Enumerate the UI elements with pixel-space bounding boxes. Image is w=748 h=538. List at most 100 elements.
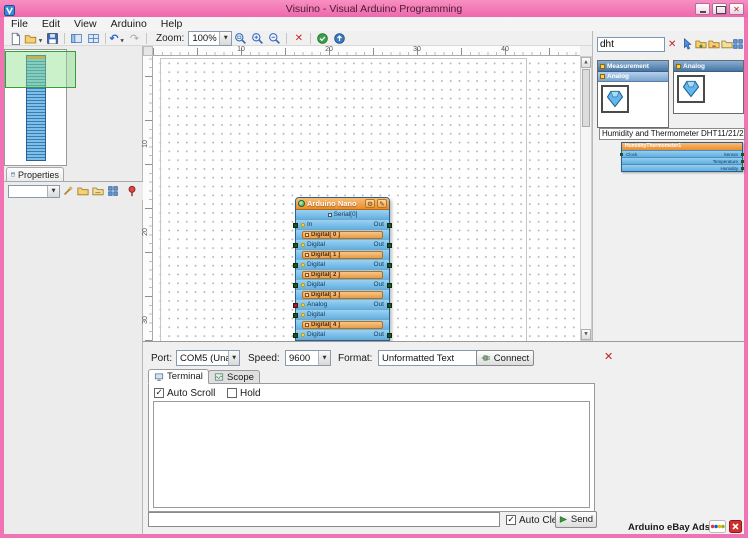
category-measurement[interactable]: Measurement Analog — [597, 60, 669, 128]
channel-header: Digital[ 1 ] — [296, 250, 389, 260]
zoom-out-button[interactable] — [266, 31, 283, 45]
dht-component-tile[interactable] — [601, 85, 629, 113]
tab-terminal[interactable]: Terminal — [148, 369, 209, 384]
pin-icon[interactable] — [125, 184, 139, 198]
send-button[interactable]: Send — [555, 511, 597, 528]
input-pin[interactable] — [293, 222, 298, 228]
scroll-down-icon[interactable]: ▼ — [581, 329, 591, 340]
humidity-pin — [741, 167, 744, 170]
serial-section: Serial[0] — [296, 210, 389, 220]
port-dropdown-icon[interactable] — [228, 351, 239, 365]
connect-button[interactable]: Connect — [476, 350, 534, 366]
open-dropdown-icon[interactable] — [37, 29, 44, 47]
channel-icon — [305, 273, 309, 277]
minimap-viewport[interactable] — [5, 51, 76, 88]
vertical-scrollbar[interactable]: ▲ ▼ — [580, 56, 592, 341]
input-pin[interactable] — [293, 282, 298, 288]
input-pin[interactable] — [293, 332, 298, 338]
hold-checkbox[interactable] — [227, 388, 237, 398]
subcategory-header[interactable]: Analog — [598, 72, 668, 82]
toggle-structure-panel-button[interactable] — [68, 31, 85, 45]
component-header[interactable]: Arduino Nano ⚙ ✎ — [296, 198, 389, 210]
speed-dropdown-icon[interactable] — [318, 351, 330, 365]
search-input[interactable] — [597, 37, 665, 52]
close-button[interactable] — [729, 2, 744, 15]
zoom-dropdown-icon[interactable] — [219, 31, 232, 45]
ruler-mark: 10 — [142, 140, 149, 148]
alphabetical-view-icon[interactable] — [91, 184, 105, 198]
output-pin[interactable] — [387, 262, 392, 268]
analog-input-pin[interactable] — [293, 302, 298, 308]
terminal-output[interactable] — [153, 401, 590, 508]
input-pin[interactable] — [293, 312, 298, 318]
input-pin[interactable] — [293, 262, 298, 268]
component-drag-preview[interactable]: HumidityThermometer1 Clock Sensor Temper… — [620, 142, 744, 172]
toolbar-separator — [105, 32, 106, 44]
minimize-button[interactable] — [695, 2, 710, 15]
menu-view[interactable]: View — [67, 17, 104, 31]
scrollbar-thumb[interactable] — [582, 69, 590, 127]
properties-filter-select[interactable] — [8, 184, 60, 198]
expand-all-icon[interactable] — [695, 37, 707, 51]
scroll-up-icon[interactable]: ▲ — [581, 57, 591, 68]
output-pin[interactable] — [387, 242, 392, 248]
close-panel-icon[interactable]: ✕ — [604, 351, 613, 362]
port-select[interactable]: COM5 (Unav — [176, 350, 240, 366]
wand-icon[interactable] — [61, 184, 75, 198]
toggle-grid-panel-button[interactable] — [85, 31, 102, 45]
zoom-window-button[interactable] — [232, 31, 249, 45]
clear-search-icon[interactable]: ✕ — [668, 40, 676, 50]
edit-icon[interactable]: ✎ — [377, 199, 387, 208]
gear-icon[interactable]: ⚙ — [365, 199, 375, 208]
categorized-view-icon[interactable] — [76, 184, 90, 198]
category-header[interactable]: Measurement — [598, 61, 668, 72]
undo-button[interactable]: ↶ — [109, 31, 126, 45]
ebay-icon[interactable] — [709, 520, 726, 533]
output-pin[interactable] — [387, 222, 392, 228]
save-button[interactable] — [44, 31, 61, 45]
toolbar-separator — [310, 32, 312, 44]
menu-help[interactable]: Help — [154, 17, 190, 31]
tab-properties[interactable]: Properties — [6, 167, 64, 181]
menu-arduino[interactable]: Arduino — [104, 17, 154, 31]
new-button[interactable] — [7, 31, 24, 45]
board-icon — [298, 200, 305, 207]
close-ads-icon[interactable] — [729, 520, 742, 533]
undo-icon: ↶ — [109, 31, 119, 45]
grid-view-icon[interactable] — [106, 184, 120, 198]
auto-scroll-checkbox[interactable]: ✓ — [154, 388, 164, 398]
properties-toolbar — [4, 181, 143, 200]
design-canvas[interactable]: Arduino Nano ⚙ ✎ Serial[0] In Out Digita… — [153, 56, 580, 341]
component-title: Arduino Nano — [307, 199, 357, 208]
redo-button[interactable]: ↷ — [126, 31, 143, 45]
category-analog[interactable]: Analog — [673, 60, 744, 114]
analog-component-tile[interactable] — [677, 75, 705, 103]
undo-dropdown-icon[interactable] — [119, 29, 126, 47]
auto-clear-checkbox[interactable]: ✓ — [506, 515, 516, 525]
properties-filter-dropdown-icon[interactable] — [47, 185, 59, 197]
input-pin[interactable] — [293, 242, 298, 248]
delete-button[interactable]: ✕ — [290, 31, 307, 45]
channel-header: Digital[ 3 ] — [296, 290, 389, 300]
output-pin[interactable] — [387, 282, 392, 288]
maximize-button[interactable] — [712, 2, 727, 15]
output-pin[interactable] — [387, 332, 392, 338]
collapse-all-icon[interactable] — [708, 37, 720, 51]
terminal-send-input[interactable] — [148, 512, 500, 527]
arduino-nano-component[interactable]: Arduino Nano ⚙ ✎ Serial[0] In Out Digita… — [293, 197, 392, 341]
output-pin[interactable] — [387, 302, 392, 308]
zoom-select[interactable]: 100% — [188, 30, 233, 46]
channel-header: Digital[ 2 ] — [296, 270, 389, 280]
app-window: Visuino - Visual Arduino Programming Fil… — [0, 0, 748, 538]
category-icon — [676, 63, 681, 69]
zoom-in-button[interactable] — [249, 31, 266, 45]
tab-scope[interactable]: Scope — [208, 370, 260, 384]
view-style-icon[interactable] — [732, 37, 744, 51]
compile-button[interactable] — [314, 31, 331, 45]
speed-select[interactable]: 9600 — [285, 350, 331, 366]
menu-file[interactable]: File — [4, 17, 35, 31]
category-header[interactable]: Analog — [674, 61, 743, 72]
upload-button[interactable] — [331, 31, 348, 45]
pointer-filter-icon[interactable] — [681, 37, 695, 51]
open-button[interactable] — [24, 31, 44, 45]
